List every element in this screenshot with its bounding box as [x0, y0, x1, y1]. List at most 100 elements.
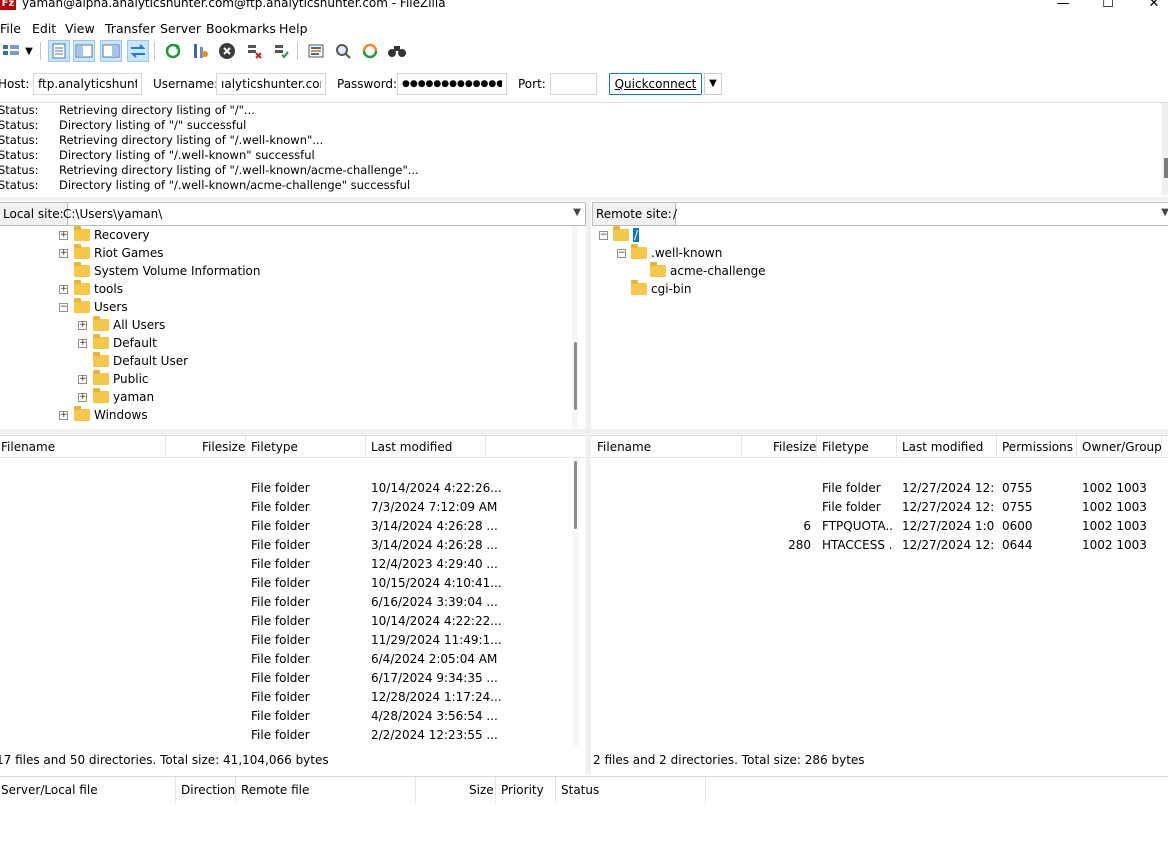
table-row[interactable]: .htaccess280HTACCESS ...12/27/2024 12:..… [591, 536, 1168, 555]
expand-icon[interactable]: + [59, 411, 68, 420]
expand-icon[interactable]: + [59, 249, 68, 258]
tree-node[interactable]: Default User [93, 352, 188, 370]
tree-node[interactable]: − Users [59, 298, 128, 316]
tree-node[interactable]: + yaman [78, 388, 154, 406]
table-row[interactable]: .gradleFile folder4/28/2024 3:56:54 ... [0, 707, 586, 726]
toggle-transfer-queue-icon[interactable] [127, 40, 149, 62]
table-row[interactable]: .. [591, 460, 1168, 479]
maximize-button[interactable]: ☐ [1098, 0, 1118, 11]
expand-icon[interactable]: + [78, 393, 87, 402]
splitter[interactable] [0, 429, 1168, 434]
table-row[interactable]: .expoFile folder6/17/2024 9:34:35 ... [0, 669, 586, 688]
menu-bookmarks[interactable]: Bookmarks [206, 21, 276, 36]
table-row[interactable]: .well-knownFile folder12/27/2024 12:...0… [591, 479, 1168, 498]
column-separator[interactable] [365, 436, 366, 458]
column-filesize[interactable]: Filesize [202, 440, 245, 454]
splitter[interactable] [0, 197, 1168, 201]
column-separator[interactable] [996, 436, 997, 458]
column-separator[interactable] [495, 777, 496, 803]
minimize-button[interactable]: — [1053, 0, 1073, 11]
queue-column-status[interactable]: Status [561, 783, 599, 797]
site-manager-icon[interactable] [0, 40, 22, 62]
local-tree-scrollbar[interactable] [572, 226, 578, 429]
tree-node[interactable]: + Default [78, 334, 157, 352]
menu-transfer[interactable]: Transfer [105, 21, 155, 36]
expand-icon[interactable]: + [78, 339, 87, 348]
tree-node[interactable]: + Riot Games [59, 244, 164, 262]
table-row[interactable]: .ftpquota6FTPQUOTA...12/27/2024 1:0...06… [591, 517, 1168, 536]
expand-icon[interactable]: + [59, 231, 68, 240]
host-input[interactable] [33, 73, 142, 95]
tree-node[interactable]: + All Users [78, 316, 165, 334]
queue-column-direction[interactable]: Direction [181, 783, 235, 797]
table-row[interactable]: .androidFile folder7/3/2024 7:12:09 AM [0, 498, 586, 517]
dropdown-arrow-icon[interactable]: ▼ [22, 40, 36, 62]
column-filetype[interactable]: Filetype [822, 440, 869, 454]
table-row[interactable]: .cacheFile folder12/4/2023 4:29:40 ... [0, 555, 586, 574]
tree-node[interactable]: + Recovery [59, 226, 150, 244]
tree-node[interactable]: + Public [78, 370, 149, 388]
table-row[interactable]: .ipythonFile folder2/2/2024 12:23:55 ... [0, 726, 586, 745]
disconnect-icon[interactable] [243, 40, 265, 62]
collapse-icon[interactable]: − [617, 249, 626, 258]
expand-icon[interactable]: + [59, 285, 68, 294]
column-separator[interactable] [705, 777, 706, 803]
column-filetype[interactable]: Filetype [251, 440, 298, 454]
tree-node[interactable]: cgi-bin [631, 280, 691, 298]
column-last-modified[interactable]: Last modified [902, 440, 983, 454]
column-separator[interactable] [896, 436, 897, 458]
queue-column-server-local-file[interactable]: Server/Local file [1, 783, 98, 797]
column-separator[interactable] [165, 436, 166, 458]
table-row[interactable]: cgi-binFile folder12/27/2024 12:...07551… [591, 498, 1168, 517]
compare-icon[interactable] [332, 40, 354, 62]
collapse-icon[interactable]: − [599, 231, 608, 240]
tree-node[interactable]: + tools [59, 280, 123, 298]
password-input[interactable] [397, 73, 507, 95]
column-separator[interactable] [415, 777, 416, 803]
column-filename[interactable]: Filename [597, 440, 651, 454]
column-separator[interactable] [485, 436, 486, 458]
table-row[interactable]: .dotnetFile folder6/4/2024 2:05:04 AM [0, 650, 586, 669]
table-row[interactable]: .dockerFile folder11/29/2024 11:49:1... [0, 631, 586, 650]
collapse-icon[interactable]: − [59, 303, 68, 312]
column-separator[interactable] [1161, 436, 1162, 458]
quickconnect-button[interactable]: Quickconnect [609, 73, 702, 95]
chevron-down-icon[interactable]: ▼ [573, 207, 581, 218]
local-file-scrollbar[interactable] [573, 458, 579, 747]
search-icon[interactable] [386, 40, 408, 62]
tree-node[interactable]: acme-challenge [650, 262, 766, 280]
queue-column-size[interactable]: Size [469, 783, 494, 797]
log-scrollbar-thumb[interactable] [1164, 158, 1168, 178]
table-row[interactable]: .awsFile folder3/14/2024 4:26:28 ... [0, 517, 586, 536]
queue-column-priority[interactable]: Priority [501, 783, 544, 797]
column-separator[interactable] [235, 777, 236, 803]
column-filename[interactable]: Filename [1, 440, 55, 454]
queue-column-remote-file[interactable]: Remote file [241, 783, 309, 797]
scrollbar-thumb[interactable] [574, 461, 577, 529]
toggle-local-tree-icon[interactable] [73, 40, 95, 62]
table-row[interactable]: .gkFile folder12/28/2024 1:17:24... [0, 688, 586, 707]
table-row[interactable]: .condaFile folder10/15/2024 4:10:41... [0, 574, 586, 593]
column-last-modified[interactable]: Last modified [371, 440, 452, 454]
reconnect-icon[interactable] [270, 40, 292, 62]
tree-node[interactable]: + Windows [59, 406, 148, 424]
column-permissions[interactable]: Permissions [1002, 440, 1073, 454]
menu-file[interactable]: File [0, 21, 21, 36]
table-row[interactable]: .continuumFile folder10/14/2024 4:22:22.… [0, 612, 586, 631]
expand-icon[interactable]: + [78, 375, 87, 384]
column-owner-group[interactable]: Owner/Group [1082, 440, 1162, 454]
tree-node[interactable]: System Volume Information [74, 262, 260, 280]
log-scrollbar[interactable] [1162, 103, 1168, 195]
table-row[interactable]: .azureFile folder3/14/2024 4:26:28 ... [0, 536, 586, 555]
expand-icon[interactable]: + [78, 321, 87, 330]
menu-edit[interactable]: Edit [32, 21, 56, 36]
tree-node-root[interactable]: − / [599, 226, 640, 244]
table-row[interactable]: .. [0, 460, 586, 479]
toggle-remote-tree-icon[interactable] [100, 40, 122, 62]
close-button[interactable]: ✕ [1144, 0, 1164, 11]
column-separator[interactable] [1076, 436, 1077, 458]
local-path-input[interactable]: C:\Users\yaman\ [63, 207, 162, 221]
port-input[interactable] [550, 73, 597, 95]
refresh-icon[interactable] [162, 40, 184, 62]
menu-view[interactable]: View [65, 21, 95, 36]
